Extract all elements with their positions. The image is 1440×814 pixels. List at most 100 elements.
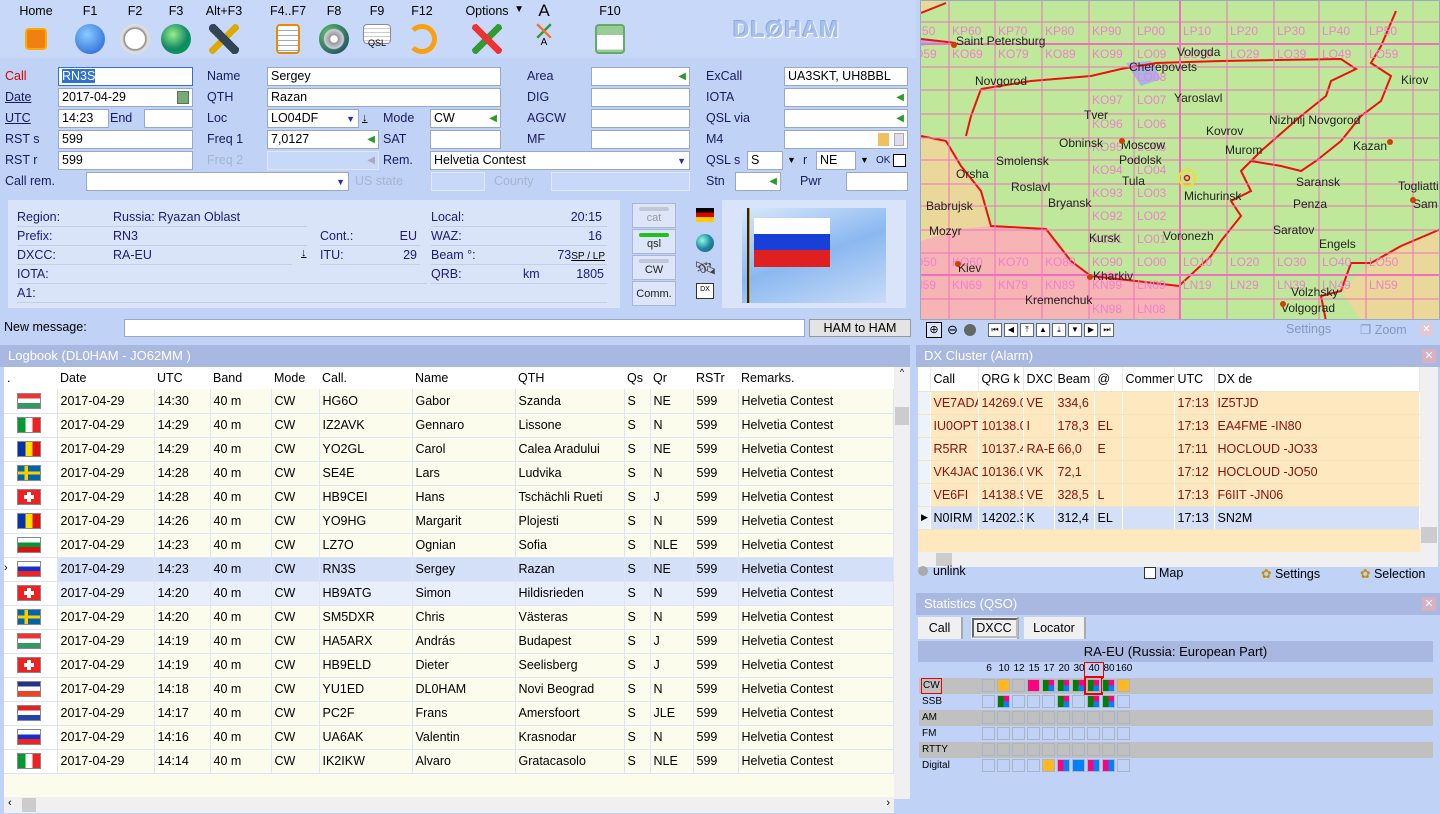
dx-column-header[interactable]: DXC [1023,367,1055,392]
calendar-icon[interactable] [177,91,189,104]
dx-monitor-icon[interactable]: DX [696,283,714,299]
down-nav-icon[interactable]: ▼ [1068,323,1082,337]
qsl-via-input[interactable]: ◀ [784,109,908,128]
comm-button[interactable]: Comm. [632,281,676,306]
stat-cell[interactable] [982,679,995,692]
dx-spot-row[interactable]: VK4JAC 10136.0 VK 72,1 17:12 HOCLOUD -JO50 [918,460,1420,484]
map-settings-button[interactable]: Settings [1286,322,1331,336]
top-nav-icon[interactable]: ⤒ [1020,323,1034,337]
prev-nav-icon[interactable]: ◀ [1004,323,1018,337]
column-header[interactable]: Band [210,367,271,389]
dx-spot-row[interactable]: R5RR10137.4RA-EU66,0E 17:11HOCLOUD -JO33 [918,437,1420,461]
stat-cell[interactable] [1012,695,1025,708]
green-arrow-icon[interactable]: ◀ [367,131,375,148]
stat-cell[interactable] [1012,743,1025,756]
stat-cell[interactable] [1027,711,1040,724]
dx-cluster-close-icon[interactable]: ✕ [1422,349,1436,363]
german-flag-icon[interactable] [696,208,714,222]
stat-cell[interactable] [1027,759,1040,772]
next-nav-icon[interactable]: ▶ [1084,323,1098,337]
column-header[interactable]: . [4,367,57,389]
dx-settings-button[interactable]: ✿ Settings [1261,566,1320,581]
stat-cell[interactable] [1102,695,1115,708]
map-canvas[interactable]: KP50KP60KP70KP80KP90LP00LP10LP20LP30LP40… [921,1,1440,320]
log-row[interactable]: 2017-04-29 14:20 40 m CW HB9ATG Simon Hildisri… [4,581,894,606]
globe-view-icon[interactable] [964,324,976,336]
iota-input[interactable]: ◀ [784,88,908,107]
stat-cell[interactable] [1027,695,1040,708]
call-remark-select[interactable]: ▼ [86,172,349,191]
column-header[interactable]: Date [57,367,154,389]
log-row[interactable]: 2017-04-29 14:18 40 m CW YU1ED DL0HAM Novi Beo… [4,677,894,702]
locator-input[interactable]: LO04DF ▼ [267,109,359,128]
logbook-vertical-scrollbar[interactable]: ^ [894,367,910,799]
stat-cell[interactable] [1072,711,1085,724]
m4-input[interactable] [784,130,908,149]
stat-cell[interactable] [1117,743,1130,756]
column-header[interactable]: UTC [154,367,210,389]
stat-cell[interactable] [1012,711,1025,724]
dx-vertical-scrollbar[interactable] [1420,367,1438,567]
stat-cell[interactable] [1042,743,1055,756]
unlink-button[interactable]: unlink [933,564,966,578]
log-row[interactable]: 2017-04-29 14:28 40 m CW HB9CEI Hans Tschächli… [4,485,894,510]
stat-cell[interactable] [1057,695,1070,708]
stat-cell[interactable] [1117,695,1130,708]
stat-cell[interactable] [1057,727,1070,740]
stat-cell[interactable] [997,711,1010,724]
column-header[interactable]: Remarks. [738,367,894,389]
date-input[interactable]: 2017-04-29 [58,88,193,107]
stat-cell[interactable] [1102,679,1115,692]
stat-cell[interactable] [1072,727,1085,740]
stat-cell[interactable] [1057,679,1070,692]
area-input[interactable]: ◀ [591,67,690,86]
stat-cell[interactable] [982,711,995,724]
dx-spot-row[interactable]: IU0OPT 10138.0 I 178,3 EL 17:13 EA4FME -IN80 [918,414,1420,438]
stat-cell[interactable] [997,679,1010,692]
stat-cell[interactable] [1012,727,1025,740]
map-close-icon[interactable]: ✕ [1420,323,1433,336]
log-row[interactable]: 2017-04-29 14:19 40 m CW HB9ELD Dieter Seelisb… [4,653,894,678]
logbook-horizontal-scrollbar[interactable]: ‹ › [4,797,894,813]
rst-sent-input[interactable]: 599 [58,130,193,149]
stat-cell[interactable] [982,759,995,772]
rst-received-input[interactable]: 599 [58,151,193,170]
green-arrow-icon[interactable]: ◀ [367,152,375,169]
green-arrow-icon[interactable]: ◀ [489,110,497,127]
up-nav-icon[interactable]: ▲ [1036,323,1050,337]
remark-select[interactable]: Helvetia Contest ▼ [430,151,690,170]
county-input[interactable] [551,172,690,191]
stat-cell[interactable] [1057,711,1070,724]
agcw-input[interactable] [591,109,690,128]
qsl-received-select[interactable]: NE [816,151,856,170]
freq2-input[interactable]: ◀ [267,151,379,170]
cat-button[interactable]: cat [632,203,676,228]
column-header[interactable]: Qr [650,367,693,389]
excall-input[interactable]: UA3SKT, UH8BBL [784,67,908,86]
chevron-down-icon[interactable]: ▼ [346,111,355,127]
log-row[interactable]: 2017-04-29 14:29 40 m CW YO2GL Carol Calea Ara… [4,437,894,462]
green-arrow-icon[interactable]: ◀ [896,110,904,127]
stat-cell[interactable] [1102,711,1115,724]
document-icon[interactable] [894,133,904,146]
toolbar-button-a[interactable]: AA [516,1,572,48]
qsl-received-dropdown-icon[interactable]: ▼ [860,151,869,170]
column-header[interactable]: Mode [271,367,319,389]
end-input[interactable] [144,109,193,128]
toolbar-button-f10[interactable]: F10 [582,4,638,54]
map-zoom-button[interactable]: ❐ Zoom [1360,322,1407,337]
stat-cell[interactable] [1057,759,1070,772]
bottom-nav-icon[interactable]: ⤓ [1052,323,1066,337]
stat-cell[interactable] [1027,743,1040,756]
download-arrow-icon[interactable]: ↓ [301,247,307,259]
satellite-icon[interactable]: 🛰 [694,258,717,279]
stat-cell[interactable] [1087,695,1100,708]
stat-cell[interactable] [1042,679,1055,692]
ok-checkbox[interactable] [893,154,906,167]
new-message-input[interactable] [124,319,805,337]
log-row[interactable]: 2017-04-29 14:23 40 m CW LZ7O Ognian Sofia S NLE… [4,533,894,558]
sp-lp-toggle[interactable]: SP / LP [571,251,605,262]
station-input[interactable]: ◀ [735,172,781,191]
stat-cell[interactable] [1057,743,1070,756]
stat-cell[interactable] [1087,727,1100,740]
